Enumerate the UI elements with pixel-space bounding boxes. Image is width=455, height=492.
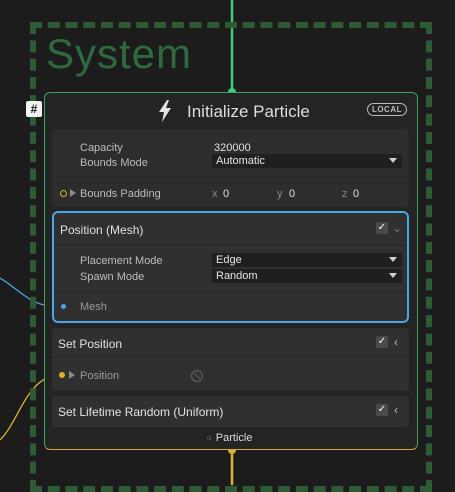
bounds-padding-label: Bounds Padding bbox=[80, 188, 161, 200]
bounds-mode-dropdown[interactable]: Automatic bbox=[212, 154, 402, 168]
position-label: Position bbox=[80, 370, 120, 382]
z-axis-label: z bbox=[342, 188, 348, 200]
spawn-mode-value: Random bbox=[216, 270, 258, 282]
context-header[interactable]: Initialize Particle LOCAL bbox=[45, 93, 417, 129]
placement-mode-dropdown[interactable]: Edge bbox=[212, 253, 402, 267]
z-field[interactable]: 0 bbox=[353, 188, 359, 200]
set-lifetime-block[interactable]: Set Lifetime Random (Uniform) ✓ ‹ bbox=[52, 396, 409, 427]
particle-icon: ⁘ bbox=[206, 434, 213, 443]
chevron-left-icon[interactable]: ‹ bbox=[394, 403, 398, 417]
mesh-label: Mesh bbox=[80, 301, 107, 313]
spawn-mode-label: Spawn Mode bbox=[80, 271, 145, 283]
chevron-left-icon[interactable]: ‹ bbox=[394, 335, 398, 349]
system-hash-badge[interactable]: # bbox=[26, 101, 42, 117]
mesh-input-port[interactable] bbox=[61, 304, 66, 309]
system-title[interactable]: System bbox=[46, 30, 192, 78]
particle-output-label: Particle bbox=[215, 432, 253, 444]
y-field[interactable]: 0 bbox=[289, 188, 295, 200]
capacity-label: Capacity bbox=[80, 142, 123, 154]
position-mesh-block[interactable]: Position (Mesh) ✓ ⌄ Placement Mode Edge … bbox=[52, 211, 409, 323]
bounds-padding-input-port[interactable] bbox=[60, 190, 67, 197]
expand-triangle-icon[interactable] bbox=[69, 371, 75, 379]
set-position-enable-checkbox[interactable]: ✓ bbox=[376, 336, 388, 348]
chevron-down-icon[interactable]: ⌄ bbox=[392, 221, 402, 235]
space-badge[interactable]: LOCAL bbox=[366, 103, 407, 116]
set-position-title: Set Position bbox=[58, 337, 123, 351]
chevron-down-icon bbox=[389, 273, 397, 278]
expand-triangle-icon[interactable] bbox=[70, 189, 76, 197]
bounds-mode-value: Automatic bbox=[216, 155, 265, 167]
capacity-field[interactable]: 320000 bbox=[214, 142, 251, 154]
chevron-down-icon bbox=[389, 257, 397, 262]
x-axis-label: x bbox=[212, 188, 218, 200]
context-title: Initialize Particle bbox=[187, 102, 310, 121]
set-position-block[interactable]: Set Position ✓ ‹ Position bbox=[52, 328, 409, 391]
placement-mode-value: Edge bbox=[216, 254, 242, 266]
position-mesh-enable-checkbox[interactable]: ✓ bbox=[376, 222, 388, 234]
space-toggle-icon[interactable] bbox=[190, 369, 204, 383]
y-axis-label: y bbox=[277, 188, 283, 200]
set-position-divider bbox=[52, 356, 409, 357]
particle-output[interactable]: ⁘ Particle bbox=[206, 432, 252, 444]
position-mesh-divider bbox=[54, 245, 407, 246]
spawn-mode-dropdown[interactable]: Random bbox=[212, 269, 402, 283]
mesh-divider bbox=[54, 291, 407, 292]
chevron-down-icon bbox=[389, 158, 397, 163]
set-lifetime-enable-checkbox[interactable]: ✓ bbox=[376, 404, 388, 416]
properties-divider bbox=[52, 177, 409, 178]
position-mesh-title: Position (Mesh) bbox=[60, 223, 144, 237]
position-input-port[interactable] bbox=[59, 372, 65, 378]
set-lifetime-title: Set Lifetime Random (Uniform) bbox=[58, 405, 224, 419]
bounds-mode-label: Bounds Mode bbox=[80, 157, 148, 169]
x-field[interactable]: 0 bbox=[223, 188, 229, 200]
lightning-bolt-icon bbox=[159, 100, 171, 122]
placement-mode-label: Placement Mode bbox=[80, 255, 163, 267]
